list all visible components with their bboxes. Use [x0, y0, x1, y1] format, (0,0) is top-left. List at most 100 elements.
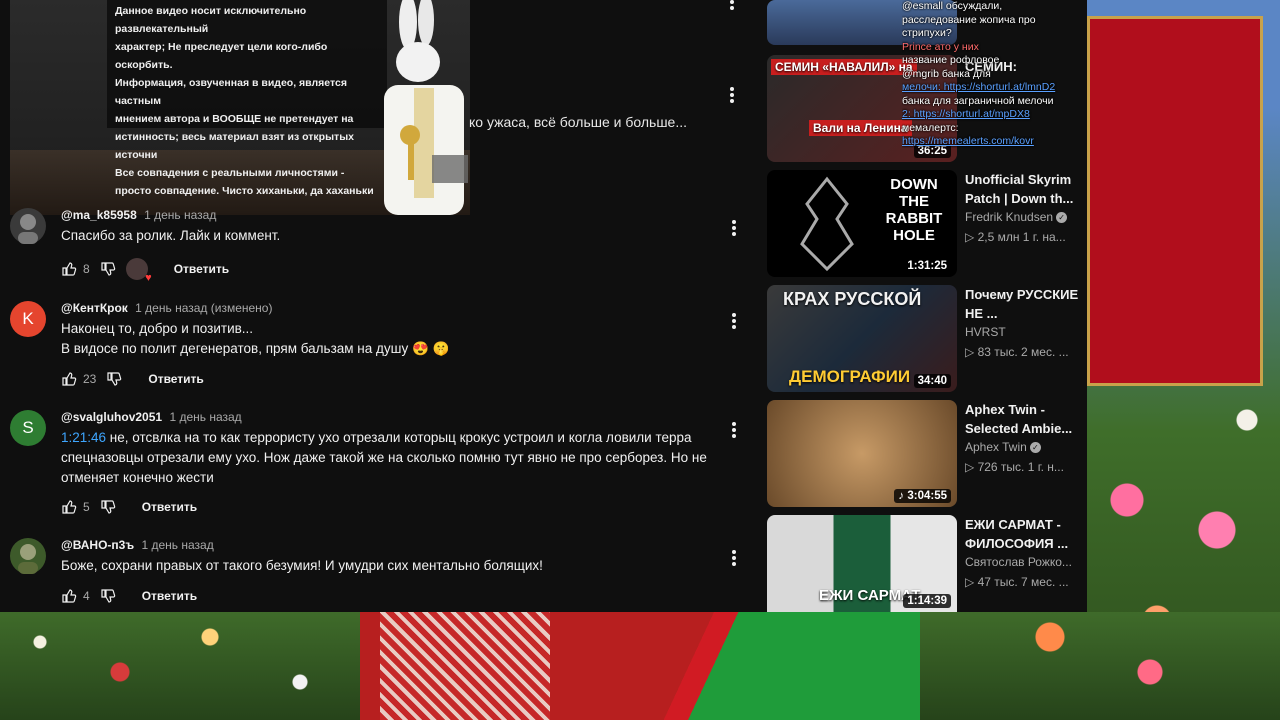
chat-line: расследование жопича про: [902, 13, 1036, 26]
comment-time[interactable]: 1 день назад: [169, 410, 241, 424]
comment-text-line: Наконец то, добро и позитив...: [61, 321, 254, 336]
channel-name[interactable]: HVRST: [965, 325, 1006, 339]
disclaimer-line: Данное видео носит исключительно развлек…: [115, 5, 307, 35]
verified-icon: ✓: [1029, 442, 1041, 454]
video-duration-text: 3:04:55: [907, 490, 947, 502]
disclaimer-line: Все совпадения с реальными личностями -: [115, 167, 345, 179]
video-thumbnail[interactable]: DOWN THE RABBIT HOLE 1:31:25: [767, 170, 957, 277]
channel-name[interactable]: Fredrik Knudsen ✓: [965, 210, 1068, 224]
disclaimer-line: просто совпадение. Чисто хиханьки, да ха…: [115, 185, 374, 197]
comment-actions: 23 Ответить: [61, 371, 204, 387]
disclaimer-line: характер; Не преследует цели кого-либо о…: [115, 41, 328, 71]
comment-item: @ВАНО-п3ъ 1 день назад Боже, сохрани пра…: [10, 538, 750, 608]
more-actions-icon[interactable]: [732, 220, 736, 238]
video-views-age: 2,5 млн 1 г. на...: [977, 230, 1066, 244]
avatar[interactable]: K: [10, 301, 46, 337]
chat-line: @esmall обсуждали,: [902, 0, 1003, 12]
channel-name[interactable]: Святослав Рожко...: [965, 555, 1072, 569]
stream-chat-overlay: @esmall обсуждали, расследование жопича …: [902, 0, 1087, 160]
comment-author[interactable]: @svalgluhov2051: [61, 410, 162, 424]
video-duration: 34:40: [913, 374, 951, 388]
avatar[interactable]: [10, 538, 46, 574]
more-actions-icon[interactable]: [730, 87, 734, 105]
video-thumbnail[interactable]: ♪ 3:04:55: [767, 400, 957, 507]
video-thumbnail[interactable]: КРАХ РУССКОЙ ДЕМОГРАФИИ 34:40: [767, 285, 957, 392]
like-count: 5: [83, 500, 90, 514]
comment-author[interactable]: @КентКрок: [61, 301, 128, 315]
like-count: 8: [83, 262, 90, 276]
comment-header: @КентКрок 1 день назад (изменено): [61, 301, 272, 315]
related-video-title[interactable]: ЕЖИ САРМАТ - ФИЛОСОФИЯ ...: [965, 515, 1083, 553]
video-duration: 1:31:25: [903, 259, 951, 273]
video-views-age: 726 тыс. 1 г. н...: [977, 460, 1064, 474]
play-icon: ▷: [965, 460, 978, 474]
chat-line: @mgrib банка для: [902, 67, 991, 80]
related-video-title[interactable]: Aphex Twin - Selected Ambie...: [965, 400, 1083, 438]
related-video-item[interactable]: ЕЖИ САРМАТ 1:14:39 ЕЖИ САРМАТ - ФИЛОСОФИ…: [767, 515, 1087, 612]
video-meta: ▷ 83 тыс. 2 мес. ...: [965, 345, 1069, 359]
avatar[interactable]: S: [10, 410, 46, 446]
chat-line[interactable]: https://memealerts.com/kovr: [902, 135, 1087, 149]
more-actions-icon[interactable]: [732, 422, 736, 440]
avatar-face-icon: [18, 544, 38, 574]
more-actions-icon[interactable]: [730, 0, 734, 12]
comment-time[interactable]: 1 день назад (изменено): [135, 301, 272, 315]
comment-header: @ВАНО-п3ъ 1 день назад: [61, 538, 214, 552]
comment-item: K @КентКрок 1 день назад (изменено) Нако…: [10, 301, 750, 391]
like-icon[interactable]: [61, 371, 77, 387]
thumbnail-title-text: КРАХ РУССКОЙ: [783, 289, 922, 309]
like-count: 23: [83, 372, 97, 386]
reply-button[interactable]: Ответить: [142, 589, 197, 603]
chat-line: мемалертс:: [902, 121, 959, 134]
thumbnail-title-text: СЕМИН «НАВАЛИЛ» на: [771, 59, 917, 75]
comment-time[interactable]: 1 день назад: [144, 208, 216, 222]
video-player-frame[interactable]: Данное видео носит исключительно развлек…: [10, 0, 470, 215]
disclaimer-line: Информация, озвученная в видео, является…: [115, 77, 347, 107]
video-views-age: 47 тыс. 7 мес. ...: [977, 575, 1069, 589]
reply-button[interactable]: Ответить: [148, 372, 203, 386]
channel-name[interactable]: Aphex Twin ✓: [965, 440, 1041, 454]
more-actions-icon[interactable]: [732, 550, 736, 568]
more-actions-icon[interactable]: [732, 313, 736, 331]
related-video-item[interactable]: КРАХ РУССКОЙ ДЕМОГРАФИИ 34:40 Почему РУС…: [767, 285, 1087, 392]
like-icon[interactable]: [61, 499, 77, 515]
comment-timestamp-link[interactable]: 1:21:46: [61, 430, 106, 445]
comment-time[interactable]: 1 день назад: [141, 538, 213, 552]
related-video-item[interactable]: ♪ 3:04:55 Aphex Twin - Selected Ambie...…: [767, 400, 1087, 507]
disclaimer-line: истинность; весь материал взят из открыт…: [115, 131, 355, 161]
comment-author[interactable]: @ma_k85958: [61, 208, 137, 222]
comment-text-snippet: ко ужаса, всё больше и больше...: [469, 114, 688, 130]
related-video-title[interactable]: Unofficial Skyrim Patch | Down th...: [965, 170, 1083, 208]
chat-line: стрипухи?: [902, 27, 952, 39]
dislike-icon[interactable]: [100, 588, 116, 604]
like-icon[interactable]: [61, 588, 77, 604]
video-meta: ▷ 726 тыс. 1 г. н...: [965, 460, 1064, 474]
chat-line[interactable]: мелочи: https://shorturl.at/lmnD2: [902, 81, 1087, 95]
disclaimer-line: мнением автора и ВООБЩЕ не претендует на: [115, 113, 354, 125]
reply-button[interactable]: Ответить: [142, 500, 197, 514]
video-duration: ♪ 3:04:55: [894, 489, 951, 503]
thumbnail-caption: ДЕМОГРАФИИ: [789, 367, 911, 386]
comment-text-line: В видосе по полит дегенератов, прям баль…: [61, 341, 450, 356]
comment-author[interactable]: @ВАНО-п3ъ: [61, 538, 134, 552]
avatar[interactable]: [10, 208, 46, 244]
video-meta: ▷ 2,5 млн 1 г. на...: [965, 230, 1066, 244]
like-icon[interactable]: [61, 261, 77, 277]
video-duration: 1:14:39: [903, 594, 951, 608]
creator-heart-badge: ♥: [125, 258, 152, 284]
comment-text: Наконец то, добро и позитив... В видосе …: [61, 319, 711, 359]
reply-button[interactable]: Ответить: [174, 262, 229, 276]
dislike-icon[interactable]: [100, 499, 116, 515]
comment-item: @ma_k85958 1 день назад Спасибо за ролик…: [10, 208, 750, 284]
dislike-icon[interactable]: [100, 261, 116, 277]
skyrim-dragon-icon: [800, 176, 854, 272]
related-video-item[interactable]: DOWN THE RABBIT HOLE 1:31:25 Unofficial …: [767, 170, 1087, 277]
chat-line[interactable]: 2: https://shorturl.at/mpDX8: [902, 108, 1087, 122]
video-thumbnail[interactable]: ЕЖИ САРМАТ 1:14:39: [767, 515, 957, 612]
dislike-icon[interactable]: [106, 371, 122, 387]
stream-red-panel: [1087, 16, 1263, 386]
play-icon: ▷: [965, 230, 978, 244]
chat-line: банка для заграничной мелочи: [902, 94, 1054, 107]
video-views-age: 83 тыс. 2 мес. ...: [977, 345, 1069, 359]
related-video-title[interactable]: Почему РУССКИЕ НЕ ...: [965, 285, 1083, 323]
